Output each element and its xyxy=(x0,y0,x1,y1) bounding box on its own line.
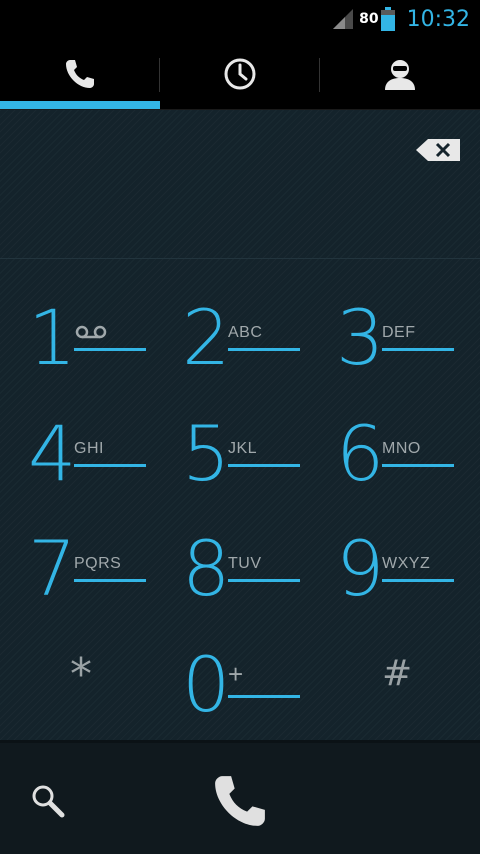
key-4[interactable]: 4 GHI xyxy=(14,406,164,510)
key-letters: TUV xyxy=(228,555,262,572)
backspace-icon[interactable] xyxy=(416,139,460,161)
phone-icon xyxy=(66,60,94,88)
digits-display[interactable] xyxy=(0,110,480,258)
key-5[interactable]: 5 JKL xyxy=(168,406,318,510)
digits-divider xyxy=(0,258,480,259)
clock-icon xyxy=(224,58,256,90)
tab-contacts[interactable] xyxy=(320,38,480,110)
tab-recent[interactable] xyxy=(160,38,320,110)
key-9[interactable]: 9 WXYZ xyxy=(322,521,472,625)
key-underline xyxy=(228,695,300,698)
voicemail-icon xyxy=(75,325,107,339)
battery-icon xyxy=(380,7,395,31)
key-letters: JKL xyxy=(228,440,258,457)
key-letters: ABC xyxy=(228,324,263,341)
key-star[interactable]: * xyxy=(14,637,164,741)
key-digit: 0 xyxy=(182,640,231,729)
tab-bar xyxy=(0,38,480,110)
battery: 80 xyxy=(359,7,395,31)
key-letters: GHI xyxy=(74,440,104,457)
key-underline xyxy=(74,579,146,582)
dialer-area: 1 2 ABC 3 DEF 4 GHI 5 JKL 6 MNO 7 PQRS 8… xyxy=(0,110,480,740)
key-underline xyxy=(382,348,454,351)
key-digit: 7 xyxy=(28,524,77,613)
key-digit: 1 xyxy=(28,293,77,382)
key-digit: 9 xyxy=(336,524,385,613)
key-0[interactable]: 0 + xyxy=(168,637,318,741)
key-3[interactable]: 3 DEF xyxy=(322,290,472,394)
call-icon[interactable] xyxy=(208,769,272,833)
key-6[interactable]: 6 MNO xyxy=(322,406,472,510)
key-digit: 8 xyxy=(182,524,231,613)
key-underline xyxy=(228,579,300,582)
search-icon[interactable] xyxy=(28,781,68,821)
bottom-bar xyxy=(0,740,480,854)
signal-icon xyxy=(333,9,354,29)
status-bar: 80 10:32 xyxy=(0,0,480,38)
key-1[interactable]: 1 xyxy=(14,290,164,394)
battery-percent: 80 xyxy=(359,11,379,27)
key-underline xyxy=(382,579,454,582)
key-underline xyxy=(382,464,454,467)
status-time: 10:32 xyxy=(406,6,470,32)
person-icon xyxy=(385,60,415,90)
tab-selected-indicator xyxy=(0,101,160,109)
key-digit: 3 xyxy=(336,293,385,382)
key-underline xyxy=(74,348,146,351)
status-icons: 80 10:32 xyxy=(333,0,470,38)
key-underline xyxy=(74,464,146,467)
key-hash[interactable]: # xyxy=(322,637,472,741)
tab-phone[interactable] xyxy=(0,38,160,110)
key-letters: WXYZ xyxy=(382,555,431,572)
key-letters: PQRS xyxy=(74,555,122,572)
key-underline xyxy=(228,464,300,467)
key-digit: # xyxy=(382,653,413,694)
key-digit: 4 xyxy=(28,409,77,498)
key-2[interactable]: 2 ABC xyxy=(168,290,318,394)
key-letters: DEF xyxy=(382,324,416,341)
key-letters: + xyxy=(228,659,244,689)
key-8[interactable]: 8 TUV xyxy=(168,521,318,625)
key-digit: 5 xyxy=(182,409,231,498)
key-letters: MNO xyxy=(382,440,421,457)
key-digit: * xyxy=(70,649,92,700)
key-digit: 2 xyxy=(182,293,231,382)
key-7[interactable]: 7 PQRS xyxy=(14,521,164,625)
key-underline xyxy=(228,348,300,351)
key-digit: 6 xyxy=(336,409,385,498)
